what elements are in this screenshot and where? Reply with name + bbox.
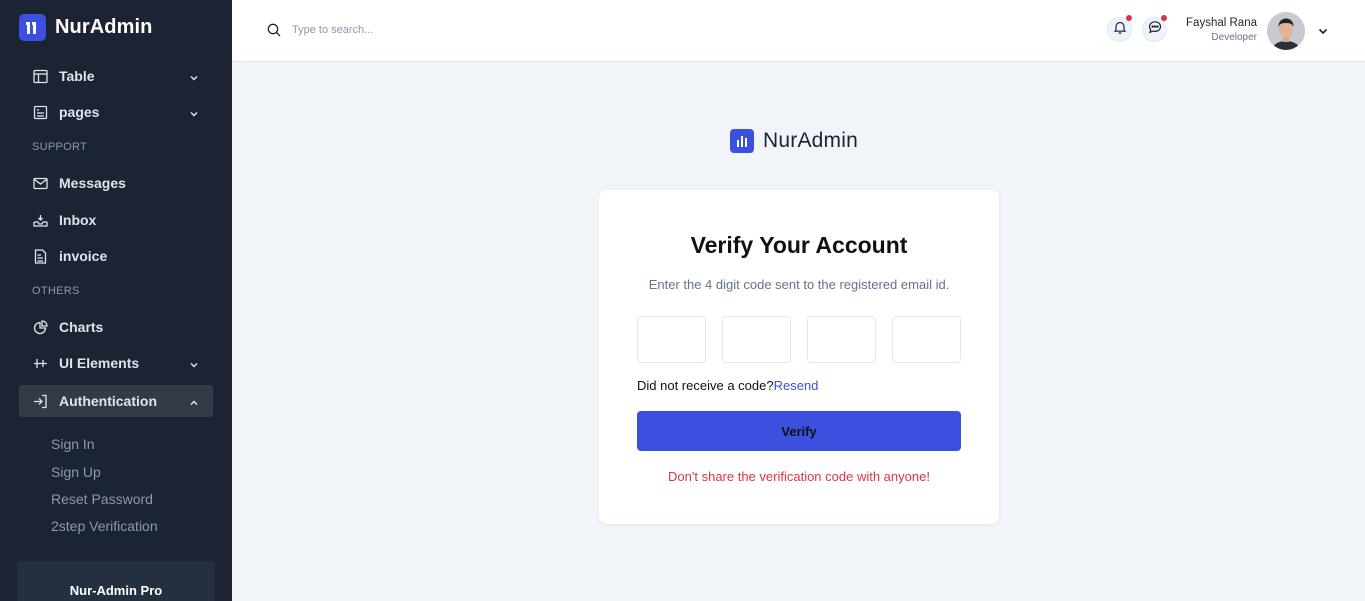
sidebar-item-label: UI Elements: [59, 355, 140, 371]
promo-title: Nur-Admin Pro: [69, 583, 163, 598]
search-input[interactable]: [292, 19, 592, 41]
sidebar-item-label: invoice: [59, 248, 108, 264]
code-digit-3[interactable]: [807, 316, 876, 363]
promo-box: Nur-Admin Pro: [17, 561, 215, 601]
search-icon[interactable]: [267, 23, 281, 42]
chat-dot: [1161, 15, 1167, 21]
notification-dot: [1126, 15, 1132, 21]
brand[interactable]: NurAdmin: [19, 14, 152, 41]
code-digit-4[interactable]: [892, 316, 961, 363]
sidebar-item-charts[interactable]: Charts: [19, 311, 213, 343]
avatar[interactable]: [1267, 12, 1305, 50]
sidebar-item-label: Table: [59, 68, 95, 84]
auth-logo: NurAdmin: [730, 129, 858, 153]
invoice-icon: [32, 248, 48, 264]
verify-button[interactable]: Verify: [637, 411, 961, 451]
sidebar-item-table[interactable]: Table: [19, 60, 213, 92]
resend-row: Did not receive a code?Resend: [637, 378, 818, 393]
sidebar-item-label: Inbox: [59, 212, 97, 228]
table-icon: [32, 68, 48, 84]
sidebar-item-authentication[interactable]: Authentication: [19, 385, 213, 417]
inbox-icon: [32, 212, 48, 228]
chevron-down-icon: [189, 70, 199, 88]
sidebar-item-inbox[interactable]: Inbox: [19, 204, 213, 236]
sidebar-item-pages[interactable]: pages: [19, 96, 213, 128]
sidebar-item-label: Messages: [59, 175, 126, 191]
verify-card: Verify Your Account Enter the 4 digit co…: [599, 190, 999, 524]
bar-chart-logo-icon: [730, 129, 754, 153]
chevron-up-icon: [189, 395, 199, 413]
user-role: Developer: [1211, 32, 1257, 43]
sidebar-subitem-reset-password[interactable]: Reset Password: [51, 491, 153, 507]
section-label-support: SUPPORT: [32, 141, 88, 153]
sidebar-subitem-sign-in[interactable]: Sign In: [51, 436, 95, 452]
sidebar-item-label: Authentication: [59, 393, 157, 409]
mail-icon: [32, 175, 48, 191]
notification-button[interactable]: [1107, 15, 1132, 42]
sliders-icon: [32, 355, 48, 371]
brand-name: NurAdmin: [55, 16, 153, 38]
section-label-others: OTHERS: [32, 285, 80, 297]
header: Fayshal Rana Developer: [232, 0, 1365, 62]
code-digit-1[interactable]: [637, 316, 706, 363]
sidebar-item-ui-elements[interactable]: UI Elements: [19, 347, 213, 379]
resend-link[interactable]: Resend: [774, 378, 819, 393]
card-subtitle: Enter the 4 digit code sent to the regis…: [648, 277, 950, 292]
sidebar-subitem-sign-up[interactable]: Sign Up: [51, 464, 101, 480]
auth-logo-text: NurAdmin: [763, 129, 858, 152]
resend-prompt: Did not receive a code?: [637, 378, 774, 393]
sidebar: NurAdmin Table pages SUPPORT Messages In…: [0, 0, 232, 601]
sidebar-item-label: pages: [59, 104, 100, 120]
user-name[interactable]: Fayshal Rana: [1186, 17, 1257, 29]
card-title: Verify Your Account: [690, 232, 908, 258]
sidebar-item-invoice[interactable]: invoice: [19, 240, 213, 272]
chevron-down-icon[interactable]: [1317, 24, 1329, 42]
sidebar-item-messages[interactable]: Messages: [19, 167, 213, 199]
chevron-down-icon: [189, 357, 199, 375]
brand-logo-icon: [19, 14, 46, 41]
login-icon: [32, 393, 48, 409]
pages-icon: [32, 104, 48, 120]
pie-chart-icon: [32, 319, 48, 335]
security-warning: Don't share the verification code with a…: [668, 469, 930, 484]
sidebar-subitem-2step-verification[interactable]: 2step Verification: [51, 518, 158, 534]
chat-button[interactable]: [1142, 15, 1167, 42]
chat-icon: [1148, 20, 1162, 39]
sidebar-item-label: Charts: [59, 319, 104, 335]
bell-icon: [1113, 20, 1127, 39]
chevron-down-icon: [189, 106, 199, 124]
code-digit-2[interactable]: [722, 316, 791, 363]
